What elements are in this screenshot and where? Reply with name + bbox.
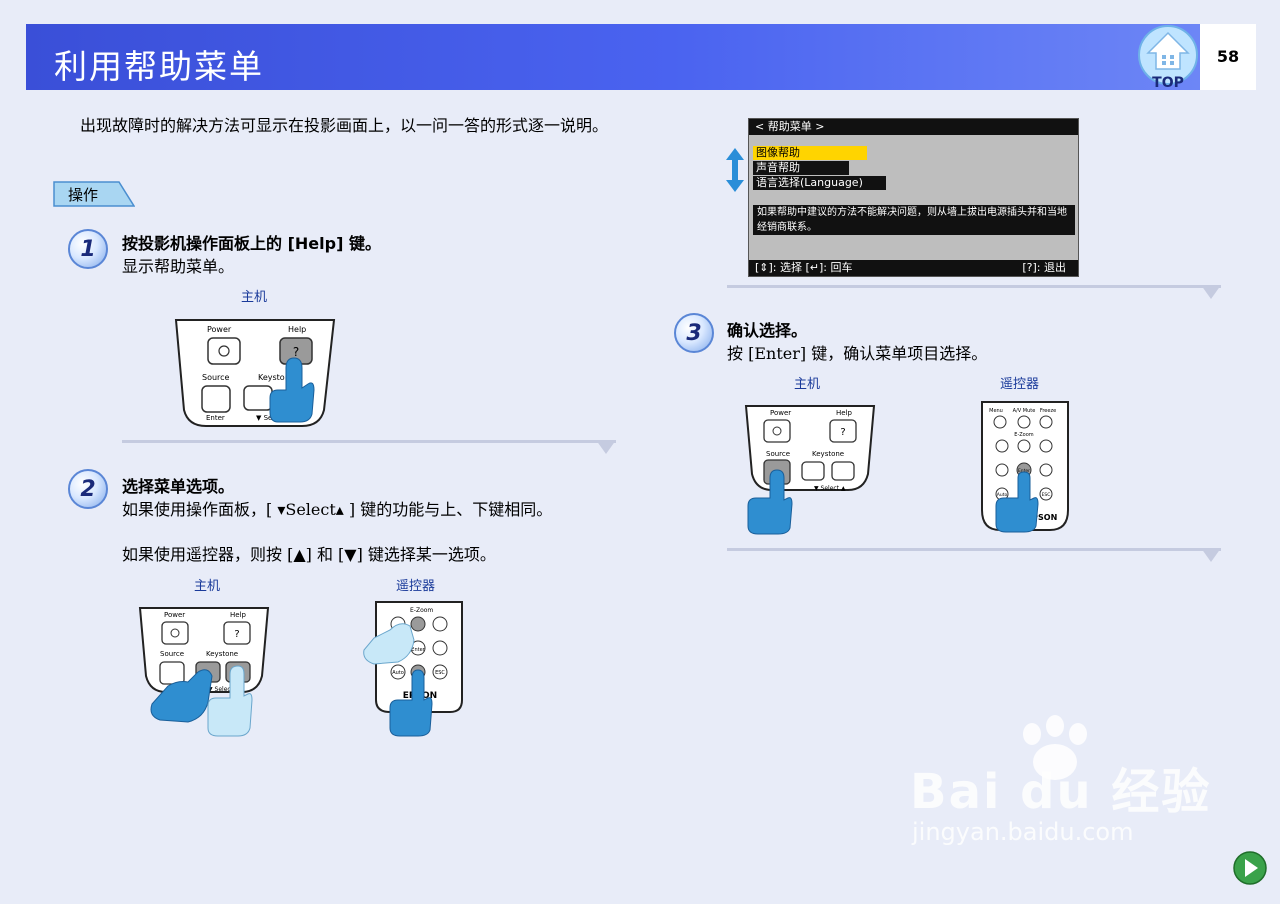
svg-text:Freeze: Freeze [1040, 408, 1056, 414]
step-2-label-remote: 遥控器 [396, 579, 436, 594]
svg-text:?: ? [840, 427, 845, 438]
svg-text:Power: Power [164, 611, 185, 619]
svg-text:Help: Help [230, 611, 247, 619]
operation-tag-label: 操作 [68, 186, 99, 204]
help-menu-screen: < 帮助菜单 > 图像帮助 声音帮助 语言选择(Language) 如果帮助中建… [748, 118, 1079, 277]
step-2-circle: 2 [68, 469, 108, 509]
svg-text:Source: Source [766, 450, 790, 458]
step-2-label-main: 主机 [194, 579, 221, 594]
svg-text:Help: Help [288, 325, 306, 334]
help-footer-left: [⇕]: 选择 [↵]: 回车 [755, 261, 853, 274]
intro-text: 出现故障时的解决方法可显示在投影画面上，以一问一答的形式逐一说明。 [80, 116, 609, 135]
step-1-title: 按投影机操作面板上的 [Help] 键。 [122, 234, 381, 253]
step-3-remote-illustration: Menu A/V Mute Freeze E-Zoom Enter Auto E… [981, 401, 1069, 533]
page-number: 58 [1216, 47, 1240, 66]
step-2-desc-2: 如果使用遥控器，则按 [▲] 和 [▼] 键选择某一选项。 [122, 545, 496, 564]
help-screen-title: < 帮助菜单 > [749, 119, 1078, 135]
next-page-button[interactable] [1232, 850, 1268, 886]
svg-text:E-Zoom: E-Zoom [410, 607, 433, 614]
top-label: TOP [1152, 75, 1184, 89]
step-2-desc-1: 如果使用操作面板，[ ▾Select▴ ] 键的功能与上、下键相同。 [122, 500, 553, 519]
top-button[interactable]: TOP [1136, 25, 1200, 89]
step-3-label-main: 主机 [794, 377, 821, 392]
svg-text:ESC: ESC [1042, 492, 1051, 498]
svg-text:?: ? [234, 629, 239, 640]
svg-text:Enter: Enter [206, 414, 225, 422]
svg-text:Power: Power [770, 409, 791, 417]
svg-text:?: ? [293, 345, 299, 359]
svg-text:Source: Source [202, 373, 230, 382]
step-3-panel-illustration: Power Help ? Source Keystone ▼ Select ▲ [744, 405, 876, 535]
page-title: 利用帮助菜单 [54, 47, 264, 86]
svg-text:Help: Help [836, 409, 853, 417]
step-1-desc: 显示帮助菜单。 [122, 257, 235, 276]
up-down-arrow-icon [726, 148, 744, 192]
step-1-divider [122, 440, 616, 454]
step-3-desc: 按 [Enter] 键，确认菜单项目选择。 [727, 344, 988, 363]
svg-text:E-Zoom: E-Zoom [1014, 432, 1034, 438]
help-footer-right: [?]: 退出 [1022, 261, 1066, 274]
svg-text:▼ Select ▲: ▼ Select ▲ [814, 485, 846, 492]
help-item-sound[interactable]: 声音帮助 [753, 161, 849, 175]
svg-text:Power: Power [207, 325, 232, 334]
svg-text:Auto: Auto [392, 670, 404, 676]
step-3-circle: 3 [674, 313, 714, 353]
watermark-brand: Bai du 经验 [910, 764, 1212, 820]
step-2-panel-illustration: Power Help ? Source Keystone ▼ Select ▲ [138, 607, 270, 737]
step-3-title: 确认选择。 [727, 321, 808, 340]
help-screen-note: 如果帮助中建议的方法不能解决问题，则从墙上拔出电源插头并和当地经销商联系。 [753, 205, 1075, 235]
help-item-language[interactable]: 语言选择(Language) [753, 176, 886, 190]
help-screen-divider [727, 285, 1221, 299]
step-3-label-remote: 遥控器 [1000, 377, 1040, 392]
step-2-remote-illustration: E-Zoom Enter Auto ESC EPSON [363, 601, 463, 737]
step-1-panel-illustration: Power Help ? Source Keystone Enter ▼ Sel… [174, 319, 336, 427]
svg-text:Auto: Auto [997, 492, 1008, 498]
step-1-label-main: 主机 [241, 290, 268, 305]
svg-text:Menu: Menu [989, 408, 1003, 414]
svg-text:ESC: ESC [435, 670, 445, 676]
watermark-url: jingyan.baidu.com [912, 818, 1134, 846]
help-screen-footer: [⇕]: 选择 [↵]: 回车 [?]: 退出 [749, 260, 1078, 276]
svg-text:Enter: Enter [411, 647, 425, 653]
step-3-divider [727, 548, 1221, 562]
svg-text:Keystone: Keystone [812, 450, 844, 458]
help-item-image[interactable]: 图像帮助 [753, 146, 867, 160]
svg-text:A/V Mute: A/V Mute [1013, 408, 1036, 414]
step-2-title: 选择菜单选项。 [122, 477, 235, 496]
svg-text:Source: Source [160, 650, 184, 658]
step-1-circle: 1 [68, 229, 108, 269]
svg-text:Keystone: Keystone [206, 650, 238, 658]
